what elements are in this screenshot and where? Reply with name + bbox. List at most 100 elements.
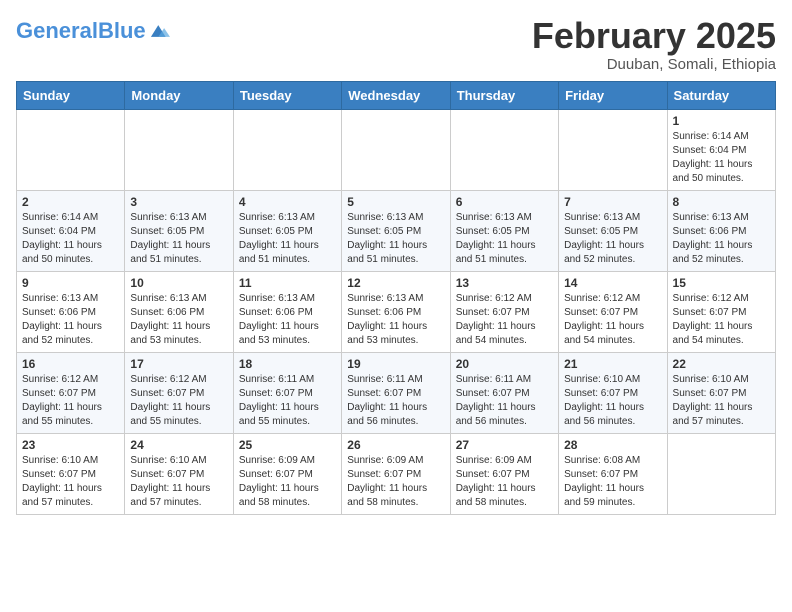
location: Duuban, Somali, Ethiopia bbox=[532, 56, 776, 73]
title-block: February 2025 Duuban, Somali, Ethiopia bbox=[532, 16, 776, 73]
day-number: 27 bbox=[456, 438, 553, 452]
calendar-cell: 11 Sunrise: 6:13 AM Sunset: 6:06 PM Dayli… bbox=[233, 271, 341, 352]
calendar-cell: 7 Sunrise: 6:13 AM Sunset: 6:05 PM Daylig… bbox=[559, 190, 667, 271]
day-info: Sunrise: 6:12 AM Sunset: 6:07 PM Dayligh… bbox=[22, 373, 119, 429]
weekday-header-cell: Tuesday bbox=[233, 81, 341, 109]
calendar-week-row: 1 Sunrise: 6:14 AM Sunset: 6:04 PM Daylig… bbox=[17, 109, 776, 190]
day-number: 2 bbox=[22, 195, 119, 209]
weekday-header-cell: Sunday bbox=[17, 81, 125, 109]
month-title: February 2025 bbox=[532, 16, 776, 56]
day-number: 20 bbox=[456, 357, 553, 371]
calendar-cell: 2 Sunrise: 6:14 AM Sunset: 6:04 PM Daylig… bbox=[17, 190, 125, 271]
calendar-cell: 3 Sunrise: 6:13 AM Sunset: 6:05 PM Daylig… bbox=[125, 190, 233, 271]
day-info: Sunrise: 6:08 AM Sunset: 6:07 PM Dayligh… bbox=[564, 454, 661, 510]
logo-text: GeneralBlue bbox=[16, 20, 146, 42]
day-info: Sunrise: 6:11 AM Sunset: 6:07 PM Dayligh… bbox=[347, 373, 444, 429]
calendar-cell: 25 Sunrise: 6:09 AM Sunset: 6:07 PM Dayli… bbox=[233, 433, 341, 514]
day-number: 12 bbox=[347, 276, 444, 290]
weekday-header-cell: Thursday bbox=[450, 81, 558, 109]
calendar-cell: 28 Sunrise: 6:08 AM Sunset: 6:07 PM Dayli… bbox=[559, 433, 667, 514]
calendar-cell: 8 Sunrise: 6:13 AM Sunset: 6:06 PM Daylig… bbox=[667, 190, 775, 271]
calendar-week-row: 23Sunrise: 6:10 AM Sunset: 6:07 PM Dayli… bbox=[17, 433, 776, 514]
day-info: Sunrise: 6:12 AM Sunset: 6:07 PM Dayligh… bbox=[673, 292, 770, 348]
calendar-cell: 26 Sunrise: 6:09 AM Sunset: 6:07 PM Dayli… bbox=[342, 433, 450, 514]
calendar-body: 1 Sunrise: 6:14 AM Sunset: 6:04 PM Daylig… bbox=[17, 109, 776, 514]
day-info: Sunrise: 6:14 AM Sunset: 6:04 PM Dayligh… bbox=[22, 211, 119, 267]
logo: GeneralBlue bbox=[16, 20, 170, 42]
weekday-header-row: SundayMondayTuesdayWednesdayThursdayFrid… bbox=[17, 81, 776, 109]
day-number: 4 bbox=[239, 195, 336, 209]
calendar-cell: 15 Sunrise: 6:12 AM Sunset: 6:07 PM Dayli… bbox=[667, 271, 775, 352]
calendar-cell: 22Sunrise: 6:10 AM Sunset: 6:07 PM Dayli… bbox=[667, 352, 775, 433]
day-number: 5 bbox=[347, 195, 444, 209]
calendar-cell bbox=[125, 109, 233, 190]
day-info: Sunrise: 6:13 AM Sunset: 6:06 PM Dayligh… bbox=[347, 292, 444, 348]
calendar-week-row: 9 Sunrise: 6:13 AM Sunset: 6:06 PM Daylig… bbox=[17, 271, 776, 352]
calendar-cell bbox=[667, 433, 775, 514]
day-number: 21 bbox=[564, 357, 661, 371]
day-number: 26 bbox=[347, 438, 444, 452]
day-info: Sunrise: 6:10 AM Sunset: 6:07 PM Dayligh… bbox=[22, 454, 119, 510]
calendar-cell: 9 Sunrise: 6:13 AM Sunset: 6:06 PM Daylig… bbox=[17, 271, 125, 352]
calendar-cell bbox=[233, 109, 341, 190]
day-number: 28 bbox=[564, 438, 661, 452]
calendar-week-row: 2 Sunrise: 6:14 AM Sunset: 6:04 PM Daylig… bbox=[17, 190, 776, 271]
calendar-week-row: 16 Sunrise: 6:12 AM Sunset: 6:07 PM Dayli… bbox=[17, 352, 776, 433]
day-number: 6 bbox=[456, 195, 553, 209]
calendar-table: SundayMondayTuesdayWednesdayThursdayFrid… bbox=[16, 81, 776, 515]
day-number: 18 bbox=[239, 357, 336, 371]
calendar-cell: 21 Sunrise: 6:10 AM Sunset: 6:07 PM Dayli… bbox=[559, 352, 667, 433]
day-number: 16 bbox=[22, 357, 119, 371]
day-number: 9 bbox=[22, 276, 119, 290]
calendar-cell: 6Sunrise: 6:13 AM Sunset: 6:05 PM Daylig… bbox=[450, 190, 558, 271]
day-info: Sunrise: 6:10 AM Sunset: 6:07 PM Dayligh… bbox=[130, 454, 227, 510]
day-info: Sunrise: 6:10 AM Sunset: 6:07 PM Dayligh… bbox=[673, 373, 770, 429]
day-number: 24 bbox=[130, 438, 227, 452]
calendar-cell: 1 Sunrise: 6:14 AM Sunset: 6:04 PM Daylig… bbox=[667, 109, 775, 190]
calendar-cell: 12 Sunrise: 6:13 AM Sunset: 6:06 PM Dayli… bbox=[342, 271, 450, 352]
day-number: 19 bbox=[347, 357, 444, 371]
day-info: Sunrise: 6:12 AM Sunset: 6:07 PM Dayligh… bbox=[456, 292, 553, 348]
day-info: Sunrise: 6:11 AM Sunset: 6:07 PM Dayligh… bbox=[239, 373, 336, 429]
day-info: Sunrise: 6:13 AM Sunset: 6:05 PM Dayligh… bbox=[239, 211, 336, 267]
day-number: 25 bbox=[239, 438, 336, 452]
day-number: 8 bbox=[673, 195, 770, 209]
day-info: Sunrise: 6:09 AM Sunset: 6:07 PM Dayligh… bbox=[347, 454, 444, 510]
calendar-cell: 19 Sunrise: 6:11 AM Sunset: 6:07 PM Dayli… bbox=[342, 352, 450, 433]
day-info: Sunrise: 6:09 AM Sunset: 6:07 PM Dayligh… bbox=[456, 454, 553, 510]
calendar-cell: 17 Sunrise: 6:12 AM Sunset: 6:07 PM Dayli… bbox=[125, 352, 233, 433]
calendar-cell: 18 Sunrise: 6:11 AM Sunset: 6:07 PM Dayli… bbox=[233, 352, 341, 433]
day-info: Sunrise: 6:12 AM Sunset: 6:07 PM Dayligh… bbox=[130, 373, 227, 429]
calendar-cell bbox=[559, 109, 667, 190]
weekday-header-cell: Saturday bbox=[667, 81, 775, 109]
day-number: 1 bbox=[673, 114, 770, 128]
day-info: Sunrise: 6:11 AM Sunset: 6:07 PM Dayligh… bbox=[456, 373, 553, 429]
day-info: Sunrise: 6:10 AM Sunset: 6:07 PM Dayligh… bbox=[564, 373, 661, 429]
page-header: GeneralBlue February 2025 Duuban, Somali… bbox=[16, 16, 776, 73]
weekday-header-cell: Friday bbox=[559, 81, 667, 109]
day-info: Sunrise: 6:12 AM Sunset: 6:07 PM Dayligh… bbox=[564, 292, 661, 348]
calendar-cell: 13 Sunrise: 6:12 AM Sunset: 6:07 PM Dayli… bbox=[450, 271, 558, 352]
day-info: Sunrise: 6:13 AM Sunset: 6:06 PM Dayligh… bbox=[22, 292, 119, 348]
calendar-cell: 5 Sunrise: 6:13 AM Sunset: 6:05 PM Daylig… bbox=[342, 190, 450, 271]
calendar-cell: 10 Sunrise: 6:13 AM Sunset: 6:06 PM Dayli… bbox=[125, 271, 233, 352]
day-number: 7 bbox=[564, 195, 661, 209]
day-number: 3 bbox=[130, 195, 227, 209]
day-info: Sunrise: 6:13 AM Sunset: 6:05 PM Dayligh… bbox=[564, 211, 661, 267]
logo-icon bbox=[148, 20, 170, 42]
day-info: Sunrise: 6:13 AM Sunset: 6:06 PM Dayligh… bbox=[673, 211, 770, 267]
day-info: Sunrise: 6:13 AM Sunset: 6:05 PM Dayligh… bbox=[130, 211, 227, 267]
day-info: Sunrise: 6:13 AM Sunset: 6:06 PM Dayligh… bbox=[239, 292, 336, 348]
calendar-cell: 4 Sunrise: 6:13 AM Sunset: 6:05 PM Daylig… bbox=[233, 190, 341, 271]
day-number: 11 bbox=[239, 276, 336, 290]
day-info: Sunrise: 6:13 AM Sunset: 6:05 PM Dayligh… bbox=[347, 211, 444, 267]
calendar-cell bbox=[450, 109, 558, 190]
day-number: 17 bbox=[130, 357, 227, 371]
day-info: Sunrise: 6:09 AM Sunset: 6:07 PM Dayligh… bbox=[239, 454, 336, 510]
day-info: Sunrise: 6:14 AM Sunset: 6:04 PM Dayligh… bbox=[673, 130, 770, 186]
day-number: 10 bbox=[130, 276, 227, 290]
day-info: Sunrise: 6:13 AM Sunset: 6:06 PM Dayligh… bbox=[130, 292, 227, 348]
day-number: 15 bbox=[673, 276, 770, 290]
calendar-cell bbox=[342, 109, 450, 190]
day-number: 13 bbox=[456, 276, 553, 290]
